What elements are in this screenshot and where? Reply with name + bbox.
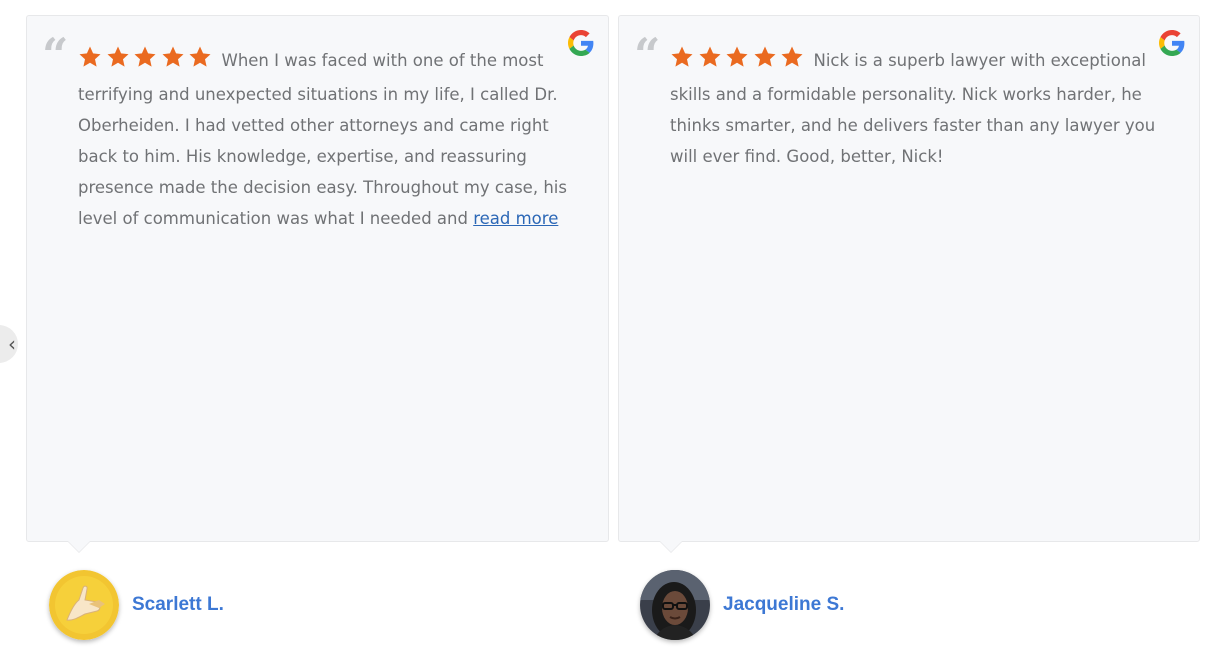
star-icon [699, 46, 720, 67]
author-name: Scarlett L. [132, 594, 224, 615]
avatar [640, 570, 710, 640]
star-icon [726, 46, 748, 67]
review-author: Scarlett L. [49, 570, 224, 640]
read-more-link[interactable]: read more [473, 209, 558, 228]
chevron-left-icon: ‹ [8, 332, 16, 356]
avatar [49, 570, 119, 640]
quote-icon: “ [634, 28, 661, 82]
star-rating [78, 45, 216, 79]
star-icon [671, 46, 693, 67]
review-card: “ When I was faced with one of the most … [26, 15, 609, 553]
review-author: Jacqueline S. [640, 570, 844, 640]
star-icon [107, 46, 128, 67]
carousel-prev-button[interactable]: ‹ [0, 325, 18, 363]
star-icon [134, 46, 156, 67]
review-text: Nick is a superb lawyer with exceptional… [670, 45, 1178, 172]
quote-icon: “ [42, 28, 69, 82]
star-rating [670, 45, 808, 79]
star-icon [754, 46, 775, 67]
star-icon [162, 46, 183, 67]
star-icon [79, 46, 101, 67]
review-card: “ Nick is a superb lawyer with exception… [618, 15, 1200, 553]
star-icon [781, 46, 803, 67]
author-name: Jacqueline S. [723, 594, 845, 615]
star-icon [189, 46, 211, 67]
review-text: When I was faced with one of the most te… [78, 45, 586, 234]
